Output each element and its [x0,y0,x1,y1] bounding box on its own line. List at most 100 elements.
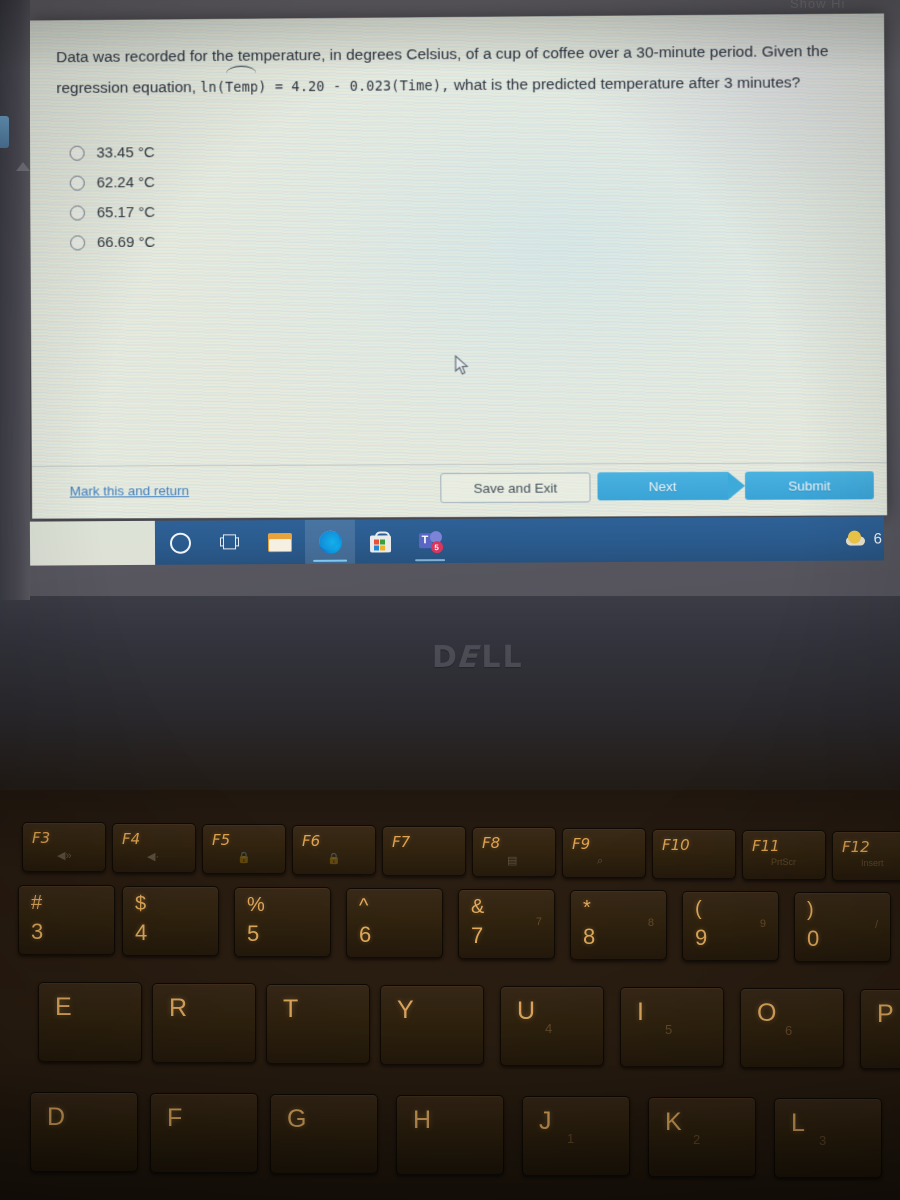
key-f[interactable]: F [150,1093,258,1173]
key-o[interactable]: O 6 [740,988,844,1068]
key-alt-label: 2 [693,1132,701,1147]
key-label: D [47,1103,66,1131]
key-label: Y [397,996,414,1024]
key-alt-label: 6 [785,1023,793,1038]
key-4[interactable]: $ 4 [122,886,219,956]
key-label: F [167,1104,183,1132]
taskbar-item-file-explorer[interactable] [255,520,305,564]
taskbar-item-microsoft-edge[interactable] [304,519,356,564]
answer-option-3[interactable]: 65.17 °C [69,197,155,227]
key-shift-label: & [471,896,485,918]
key-f12[interactable]: F12 Insert [832,831,900,881]
key-label: 3 [31,919,44,944]
key-d[interactable]: D [30,1092,138,1172]
key-3[interactable]: # 3 [18,885,115,955]
key-k[interactable]: K 2 [648,1097,756,1177]
key-5[interactable]: % 5 [234,887,331,957]
key-f7[interactable]: F7 [382,826,466,876]
dell-brand-logo: DELL [432,640,524,675]
task-view-icon [219,534,240,550]
display-icon: ▤ [507,855,518,867]
next-button[interactable]: Next [597,471,746,501]
quiz-action-bar: Mark this and return Save and Exit Next … [31,462,888,519]
taskbar-left-pad [29,520,156,566]
key-t[interactable]: T [266,984,370,1064]
key-f4[interactable]: F4 ◀· [112,823,196,873]
key-sub-label: Insert [861,858,884,868]
scroll-indicator[interactable] [0,116,9,148]
key-label: O [757,999,777,1027]
key-7[interactable]: & 7 7 [458,889,555,959]
key-f5[interactable]: F5 🔒 [202,824,286,874]
key-0[interactable]: ) 0 / [794,892,891,962]
key-alt-label: 7 [535,916,542,928]
key-label: I [637,998,644,1026]
key-label: 7 [471,923,484,948]
taskbar-item-cortana[interactable] [155,521,205,565]
taskbar-system-tray[interactable]: 6 [845,530,884,547]
search-icon: ⌕ [597,855,604,867]
key-alt-label: 4 [545,1021,553,1036]
key-label: U [517,997,536,1025]
key-f11[interactable]: F11 PrtScr [742,830,826,880]
key-label: J [539,1107,552,1135]
hat-accent-icon [226,65,257,74]
question-line-1: Data was recorded for the temperature, i… [56,43,829,67]
key-f3[interactable]: F3 ◀» [22,822,106,872]
submit-button[interactable]: Submit [744,471,874,500]
key-l[interactable]: L 3 [774,1098,882,1178]
radio-button-icon[interactable] [69,204,85,221]
key-e[interactable]: E [38,982,142,1062]
key-p[interactable]: P [860,989,900,1069]
radio-button-icon[interactable] [69,145,85,161]
save-and-exit-button[interactable]: Save and Exit [440,472,591,504]
radio-button-icon[interactable] [70,234,86,250]
key-y[interactable]: Y [380,985,484,1065]
key-alt-label: 1 [567,1131,575,1146]
taskbar-item-microsoft-store[interactable] [355,519,405,563]
key-u[interactable]: U 4 [500,986,604,1066]
mouse-cursor-icon [454,354,469,375]
key-f9[interactable]: F9 ⌕ [562,828,646,878]
question-line-2-suffix: what is the predicted temperature after … [449,74,801,95]
taskbar-item-microsoft-teams[interactable]: T 5 [405,519,455,563]
radio-button-icon[interactable] [69,175,85,191]
key-shift-label: ) [807,899,814,921]
laptop-screen: Data was recorded for the temperature, i… [29,13,888,519]
volume-icon: ◀» [57,850,72,862]
key-label: 5 [247,921,260,946]
key-label: F3 [32,829,51,847]
answer-option-2[interactable]: 62.24 °C [69,167,155,197]
key-shift-label: % [247,894,265,916]
key-label: F9 [572,835,591,853]
key-i[interactable]: I 5 [620,987,724,1067]
key-f6[interactable]: F6 🔒 [292,825,376,875]
key-alt-label: 8 [647,917,654,929]
key-f10[interactable]: F10 [652,829,736,879]
key-r[interactable]: R [152,983,256,1063]
key-6[interactable]: ^ 6 [346,888,443,958]
answer-option-4[interactable]: 66.69 °C [70,227,155,257]
windows-taskbar: T 5 6 [29,516,885,566]
mark-this-and-return-link[interactable]: Mark this and return [70,483,189,498]
next-button-label: Next [648,478,677,494]
taskbar-item-task-view[interactable] [205,520,255,564]
key-f8[interactable]: F8 ▤ [472,827,556,877]
microsoft-edge-icon [318,530,342,554]
lock-icon: 🔒 [327,853,341,865]
weather-moon-icon [845,530,867,546]
key-j[interactable]: J 1 [522,1096,630,1176]
key-h[interactable]: H [396,1095,504,1175]
key-label: E [55,993,72,1021]
equation-rest: ) = 4.20 - 0.023(Time), [258,78,450,96]
key-label: F10 [662,836,690,854]
key-label: 4 [135,920,148,945]
key-g[interactable]: G [270,1094,378,1174]
answer-option-1[interactable]: 33.45 °C [69,137,155,168]
key-label: F11 [752,837,780,855]
key-9[interactable]: ( 9 9 [682,891,779,961]
key-label: 8 [583,924,596,949]
laptop-photo: Show Hi Data was recorded for the temper… [0,0,900,1200]
key-shift-label: ( [695,898,702,920]
key-8[interactable]: * 8 8 [570,890,667,960]
